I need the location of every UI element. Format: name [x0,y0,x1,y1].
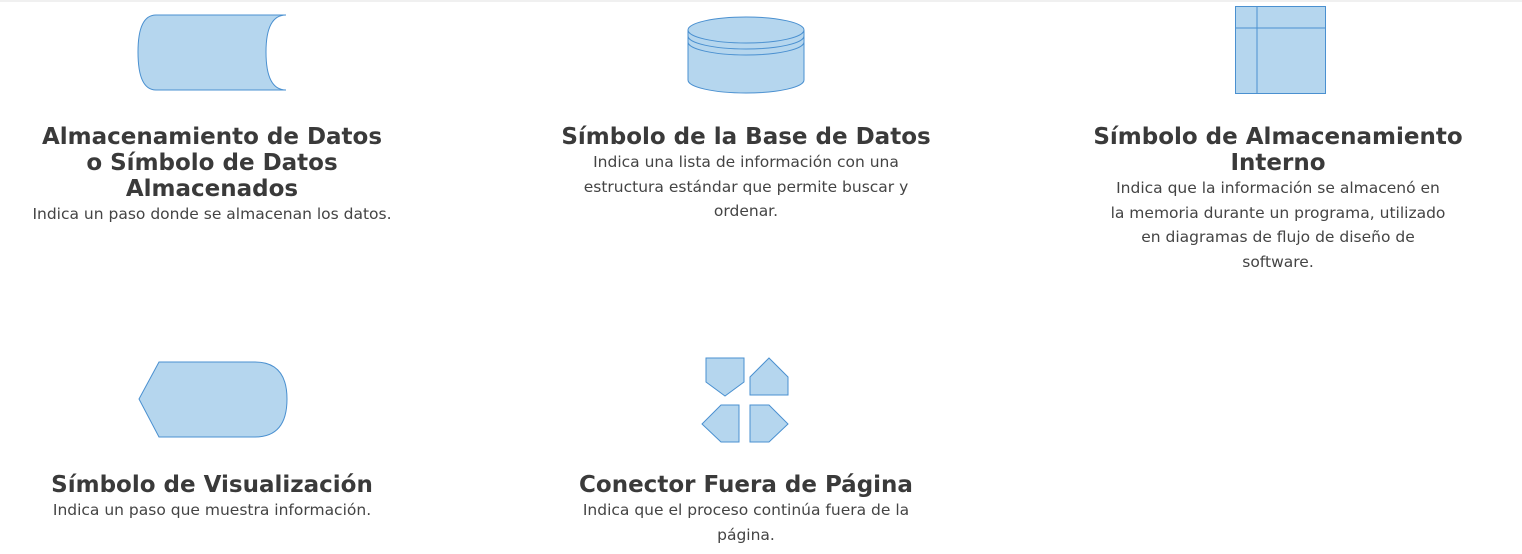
top-divider [0,0,1522,2]
internal-storage-icon [1235,6,1326,94]
display-icon [138,361,288,438]
stored-data-icon [137,14,287,91]
off-page-connector-icon [701,357,789,443]
symbol-card: Símbolo de Visualización Indica un paso q… [22,472,402,523]
symbol-card: Símbolo de Almacenamiento Interno Indica … [1088,124,1468,274]
symbol-card: Símbolo de la Base de Datos Indica una li… [556,124,936,224]
card-description: Indica un paso que muestra información. [52,501,372,519]
database-icon [687,16,805,94]
card-title: Símbolo de la Base de Datos [561,124,931,150]
card-description: Indica un paso donde se almacenan los da… [32,205,392,223]
card-description: Indica que la información se almacenó en… [1110,179,1446,271]
card-title: Símbolo de Almacenamiento Interno [1093,124,1463,176]
card-description: Indica que el proceso continúa fuera de … [582,501,910,544]
symbol-card: Conector Fuera de Página Indica que el pr… [556,472,936,547]
card-description: Indica una lista de información con una … [583,153,909,220]
card-title: Símbolo de Visualización [51,472,373,498]
symbol-card: Almacenamiento de Datos o Símbolo de Dat… [22,124,402,227]
card-title: Almacenamiento de Datos o Símbolo de Dat… [41,124,383,202]
card-title: Conector Fuera de Página [579,472,913,498]
